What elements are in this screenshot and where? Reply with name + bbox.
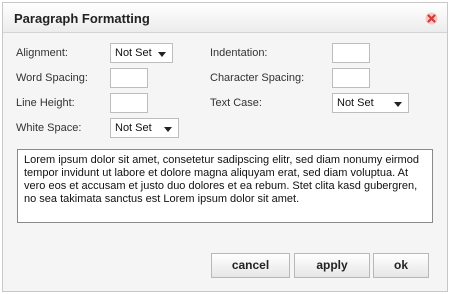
ok-button[interactable]: ok [373, 253, 429, 278]
alignment-label: Alignment: [16, 47, 68, 59]
alignment-value: Not Set [115, 47, 152, 59]
chevron-down-icon [394, 102, 402, 107]
close-icon[interactable] [425, 12, 438, 25]
white-space-select[interactable]: Not Set [110, 118, 179, 138]
dialog-titlebar[interactable]: Paragraph Formatting [3, 3, 447, 33]
word-spacing-label: Word Spacing: [16, 72, 88, 84]
chevron-down-icon [164, 127, 172, 132]
preview-text-area: Lorem ipsum dolor sit amet, consetetur s… [17, 149, 433, 223]
character-spacing-label: Character Spacing: [210, 72, 305, 84]
cancel-button[interactable]: cancel [211, 253, 290, 278]
character-spacing-input[interactable] [332, 68, 370, 88]
alignment-select[interactable]: Not Set [110, 43, 173, 63]
chevron-down-icon [158, 52, 166, 57]
indentation-input[interactable] [332, 43, 370, 63]
dialog-title: Paragraph Formatting [14, 11, 150, 26]
text-case-label: Text Case: [210, 97, 262, 109]
white-space-label: White Space: [16, 122, 82, 134]
text-case-select[interactable]: Not Set [332, 93, 409, 113]
indentation-label: Indentation: [210, 47, 268, 59]
line-height-label: Line Height: [16, 97, 75, 109]
white-space-value: Not Set [115, 122, 152, 134]
word-spacing-input[interactable] [110, 68, 148, 88]
apply-button[interactable]: apply [294, 253, 370, 278]
text-case-value: Not Set [337, 97, 374, 109]
paragraph-formatting-dialog: Paragraph Formatting Alignment: Not Set … [2, 2, 448, 292]
line-height-input[interactable] [110, 93, 148, 113]
